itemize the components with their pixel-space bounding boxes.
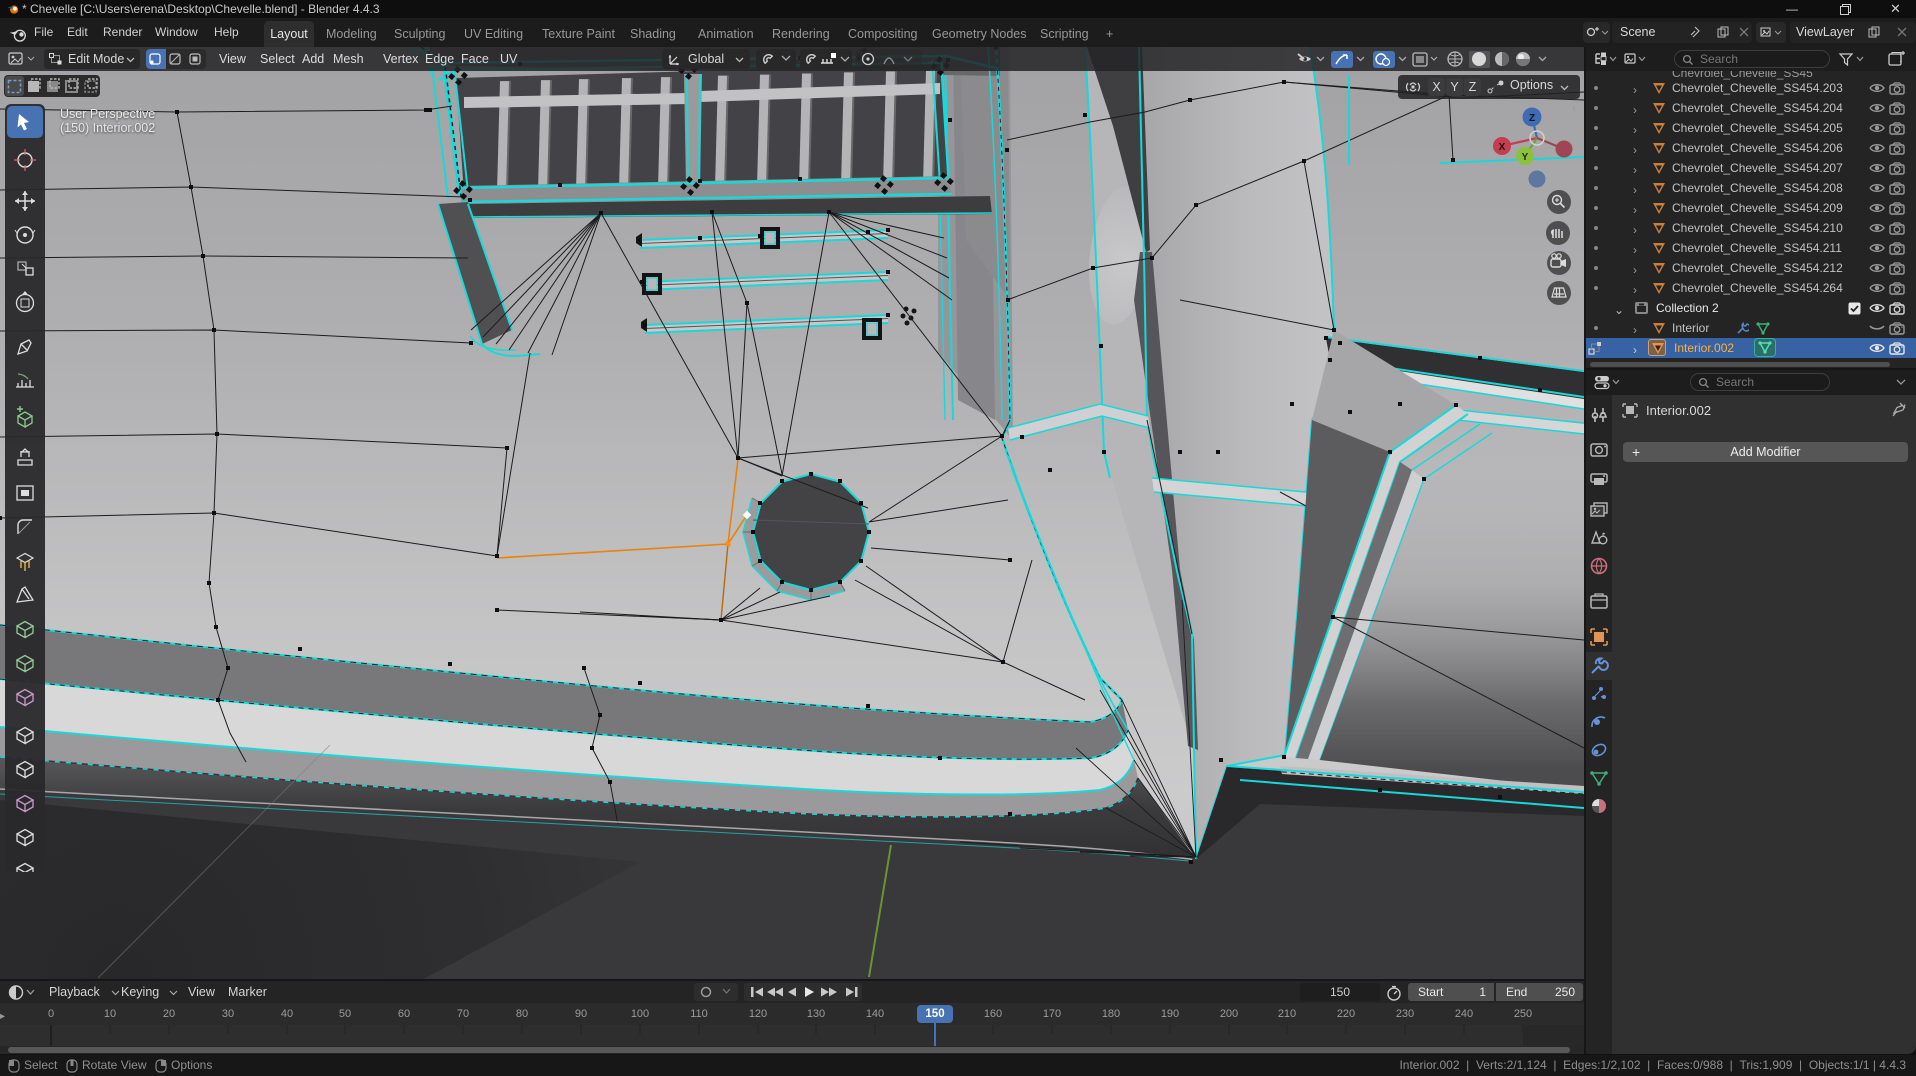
- svg-text:0: 0: [48, 1008, 54, 1020]
- svg-text:X: X: [1499, 142, 1506, 153]
- svg-text:120: 120: [749, 1008, 767, 1020]
- svg-text:220: 220: [1337, 1008, 1355, 1020]
- svg-text:70: 70: [457, 1008, 469, 1020]
- svg-text:160: 160: [984, 1008, 1002, 1020]
- svg-text:210: 210: [1278, 1008, 1296, 1020]
- svg-text:20: 20: [163, 1008, 175, 1020]
- svg-text:10: 10: [104, 1008, 116, 1020]
- svg-text:250: 250: [1514, 1008, 1532, 1020]
- svg-text:80: 80: [516, 1008, 528, 1020]
- svg-text:Y: Y: [1522, 152, 1529, 163]
- svg-text:30: 30: [222, 1008, 234, 1020]
- svg-text:110: 110: [690, 1008, 708, 1020]
- svg-text:140: 140: [866, 1008, 884, 1020]
- svg-text:130: 130: [807, 1008, 825, 1020]
- svg-text:170: 170: [1043, 1008, 1061, 1020]
- svg-text:40: 40: [281, 1008, 293, 1020]
- svg-text:50: 50: [339, 1008, 351, 1020]
- svg-text:100: 100: [631, 1008, 649, 1020]
- svg-text:200: 200: [1220, 1008, 1238, 1020]
- svg-text:230: 230: [1396, 1008, 1414, 1020]
- svg-text:190: 190: [1161, 1008, 1179, 1020]
- svg-text:90: 90: [575, 1008, 587, 1020]
- svg-text:60: 60: [398, 1008, 410, 1020]
- svg-text:Z: Z: [1529, 113, 1535, 124]
- svg-text:180: 180: [1102, 1008, 1120, 1020]
- svg-text:240: 240: [1455, 1008, 1473, 1020]
